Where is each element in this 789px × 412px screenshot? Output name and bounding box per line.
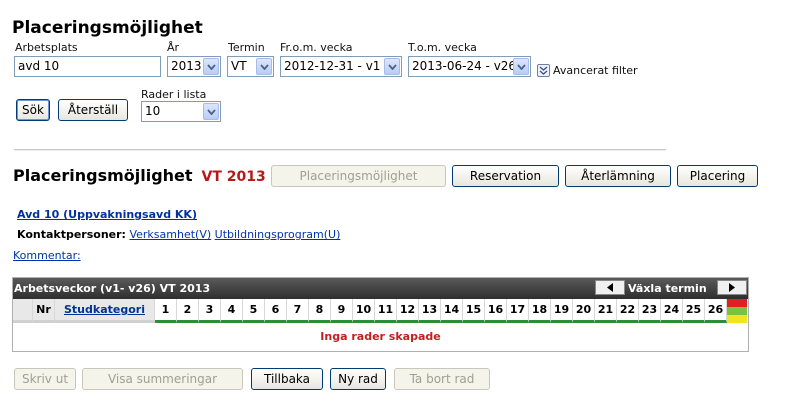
- chevron-down-icon: [256, 58, 272, 75]
- week-column-header: 14: [441, 299, 463, 323]
- switch-term-label: Växla termin: [628, 282, 707, 295]
- section-heading: Placeringsmöjlighet VT 2013: [13, 166, 266, 185]
- ar-select-value: 2013: [171, 59, 202, 73]
- delete-row-button[interactable]: Ta bort rad: [394, 368, 490, 390]
- week-column-header: 23: [639, 299, 661, 323]
- week-column-header: 25: [683, 299, 705, 323]
- filter-title: Placeringsmöjlighet: [12, 18, 203, 38]
- week-column-header: 6: [265, 299, 287, 323]
- new-row-button[interactable]: Ny rad: [330, 368, 386, 390]
- show-summaries-button[interactable]: Visa summeringar: [82, 368, 243, 390]
- week-column-header: 22: [617, 299, 639, 323]
- week-column-header: 17: [507, 299, 529, 323]
- triangle-left-icon: [607, 283, 613, 292]
- termin-label: Termin: [228, 41, 265, 54]
- week-column-header: 20: [573, 299, 595, 323]
- category-sort-link[interactable]: Studkategori: [64, 303, 145, 316]
- section-title: Placeringsmöjlighet: [13, 166, 193, 185]
- contacts-row: Kontaktpersoner: Verksamhet(V) Utbildnin…: [17, 228, 340, 241]
- week-column-header: 5: [243, 299, 265, 323]
- week-column-header: 4: [221, 299, 243, 323]
- legend-color-swatch: [727, 307, 747, 315]
- termin-select-value: VT: [231, 59, 247, 73]
- unit-link[interactable]: Avd 10 (Uppvakningsavd KK): [17, 208, 197, 221]
- spacer-column: [13, 299, 33, 323]
- double-chevron-down-icon: [537, 64, 550, 77]
- week-column-header: 21: [595, 299, 617, 323]
- prev-term-button[interactable]: [595, 280, 625, 295]
- from-week-select[interactable]: 2012-12-31 - v1: [280, 56, 402, 77]
- week-column-header: 26: [705, 299, 727, 323]
- chevron-down-icon: [203, 58, 219, 75]
- contact-link-verksamhet[interactable]: Verksamhet(V): [129, 228, 211, 241]
- chevron-down-icon: [513, 58, 529, 75]
- week-column-header: 12: [397, 299, 419, 323]
- back-button[interactable]: Tillbaka: [251, 368, 323, 390]
- next-term-button[interactable]: [717, 280, 747, 295]
- contact-link-utbildningsprogram[interactable]: Utbildningsprogram(U): [215, 228, 341, 241]
- termin-select[interactable]: VT: [227, 56, 274, 77]
- ar-label: År: [167, 41, 180, 54]
- contacts-label: Kontaktpersoner:: [17, 228, 126, 241]
- rows-select[interactable]: 10: [141, 101, 221, 122]
- grid-header: Arbetsveckor (v1- v26) VT 2013 Växla ter…: [13, 278, 748, 299]
- week-column-header: 13: [419, 299, 441, 323]
- category-column-header[interactable]: Studkategori: [55, 299, 155, 323]
- advanced-filter-label: Avancerat filter: [553, 64, 638, 77]
- to-week-select-value: 2013-06-24 - v26: [412, 59, 517, 73]
- legend-color-swatch: [727, 299, 747, 307]
- tab-placeringsmojlighet[interactable]: Placeringsmöjlighet: [271, 165, 446, 187]
- arbetsplats-label: Arbetsplats: [15, 41, 78, 54]
- grid-header-title: Arbetsveckor (v1- v26) VT 2013: [14, 282, 211, 295]
- chevron-down-icon: [203, 103, 219, 120]
- tab-placering[interactable]: Placering: [677, 165, 758, 187]
- week-column-header: 8: [309, 299, 331, 323]
- week-column-header: 15: [463, 299, 485, 323]
- divider: [14, 149, 666, 151]
- week-column-header: 16: [485, 299, 507, 323]
- from-week-select-value: 2012-12-31 - v1: [284, 59, 381, 73]
- week-column-header: 24: [661, 299, 683, 323]
- week-column-header: 2: [177, 299, 199, 323]
- weeks-grid: Arbetsveckor (v1- v26) VT 2013 Växla ter…: [12, 277, 749, 352]
- chevron-down-icon: [384, 58, 400, 75]
- week-column-header: 19: [551, 299, 573, 323]
- to-week-select[interactable]: 2013-06-24 - v26: [408, 56, 531, 77]
- comment-link[interactable]: Kommentar:: [13, 249, 81, 262]
- term-badge: VT 2013: [201, 169, 266, 185]
- reset-button[interactable]: Återställ: [58, 99, 128, 121]
- grid-column-headers: Nr Studkategori 1 2 3 4 5 6 7 8 9 10 11 12 13 14 15 16 1…: [13, 299, 748, 323]
- tab-reservation[interactable]: Reservation: [452, 165, 559, 187]
- week-column-header: 9: [331, 299, 353, 323]
- advanced-filter-toggle[interactable]: Avancerat filter: [537, 64, 638, 77]
- search-button[interactable]: Sök: [16, 99, 50, 121]
- rows-label: Rader i lista: [141, 88, 207, 101]
- week-column-header: 1: [155, 299, 177, 323]
- triangle-right-icon: [729, 283, 735, 292]
- rows-select-value: 10: [145, 104, 161, 118]
- print-button[interactable]: Skriv ut: [14, 368, 76, 390]
- ar-select[interactable]: 2013: [167, 56, 221, 77]
- week-column-header: 10: [353, 299, 375, 323]
- week-column-header: 18: [529, 299, 551, 323]
- arbetsplats-input[interactable]: avd 10: [14, 56, 161, 77]
- legend-color-swatch: [727, 315, 747, 323]
- from-week-label: Fr.o.m. vecka: [280, 41, 353, 54]
- legend-stripe: [727, 299, 747, 323]
- week-column-header: 7: [287, 299, 309, 323]
- week-column-header: 11: [375, 299, 397, 323]
- week-column-header: 3: [199, 299, 221, 323]
- empty-message: Inga rader skapade: [320, 330, 441, 343]
- tab-aterlamning[interactable]: Återlämning: [565, 165, 671, 187]
- nr-column-header: Nr: [33, 299, 55, 323]
- to-week-label: T.o.m. vecka: [408, 41, 477, 54]
